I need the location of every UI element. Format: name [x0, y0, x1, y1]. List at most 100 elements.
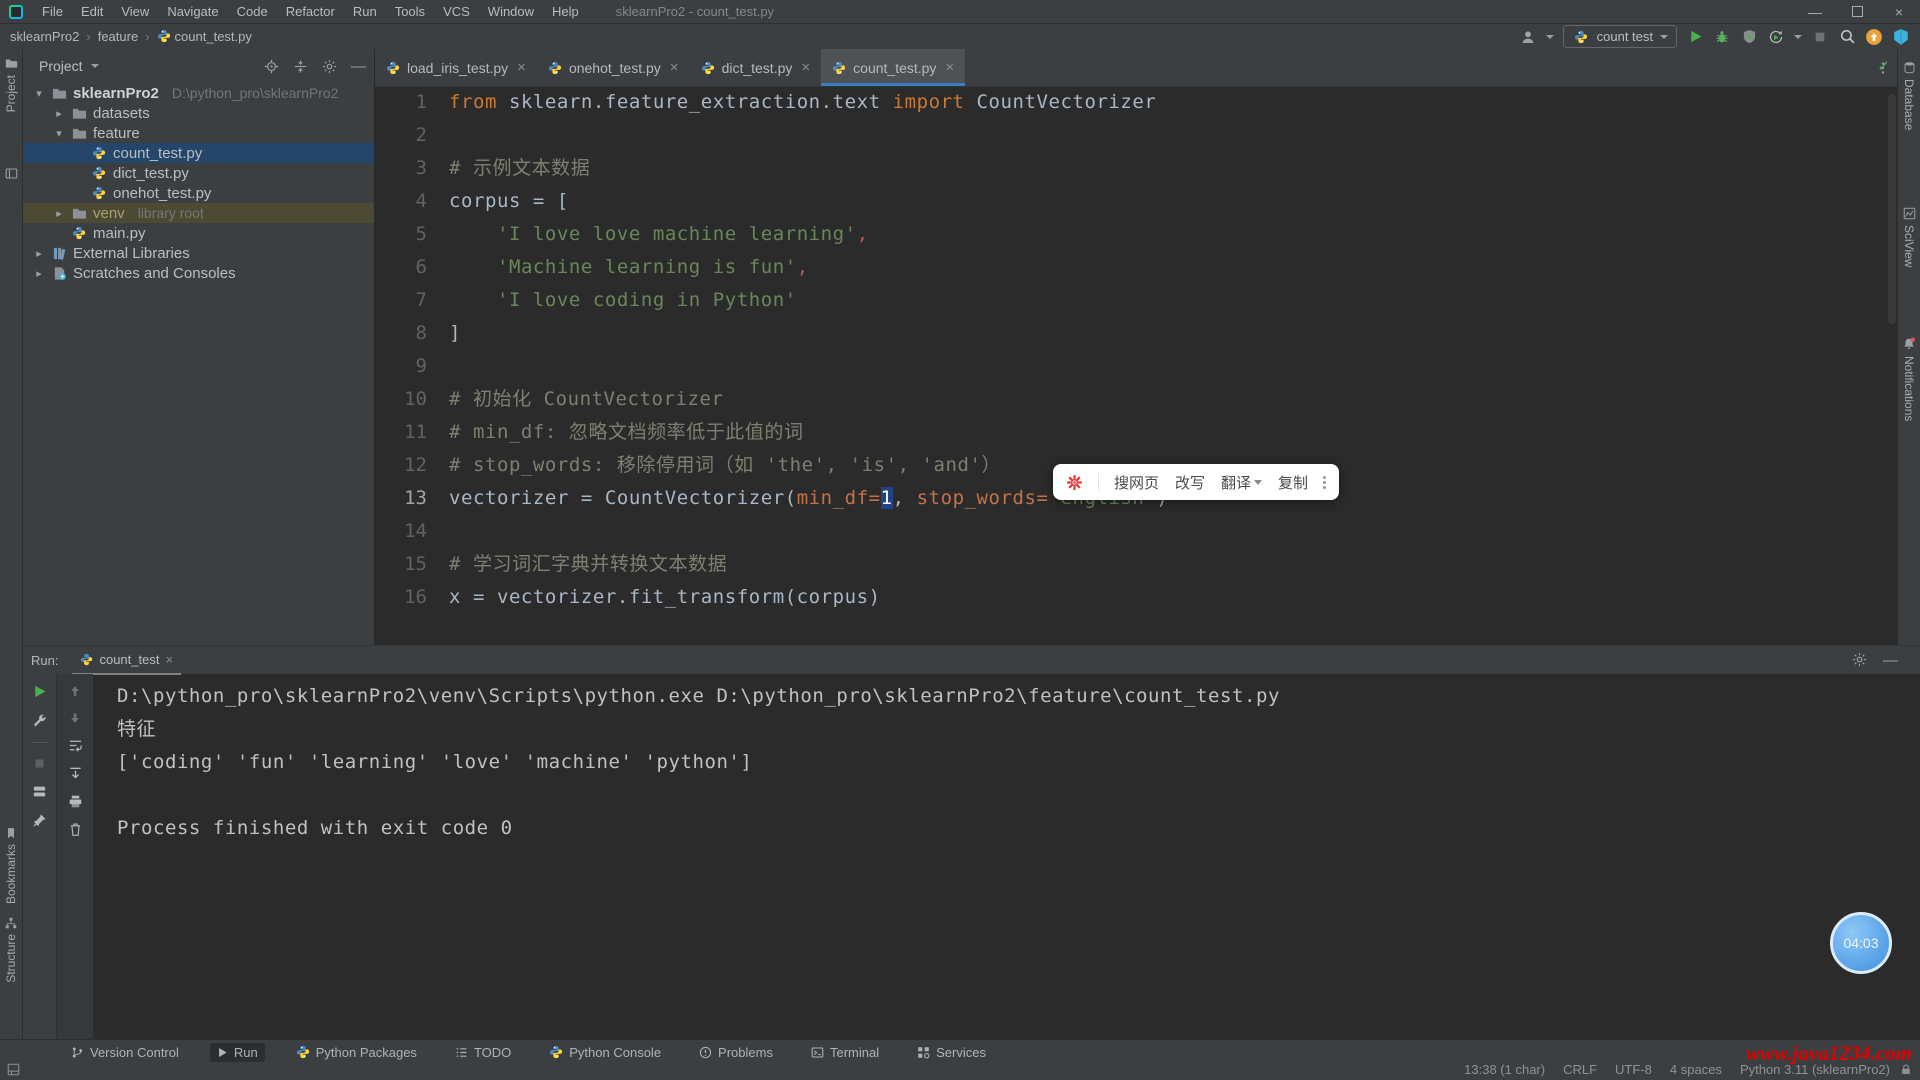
tool-window-structure[interactable]: Structure	[0, 917, 22, 983]
avatar-dropdown-icon[interactable]	[1546, 35, 1554, 39]
toolwindow-button-todo[interactable]: TODO	[448, 1043, 518, 1062]
tree-expand-icon[interactable]: ▾	[51, 127, 67, 140]
run-tab[interactable]: count_test ×	[72, 645, 181, 675]
tree-item-count_test-py[interactable]: count_test.py	[23, 143, 374, 163]
status-cursor-position[interactable]: 13:38 (1 char)	[1464, 1062, 1545, 1077]
menu-item-run[interactable]: Run	[344, 4, 386, 19]
status-encoding[interactable]: UTF-8	[1615, 1062, 1652, 1077]
tree-item-sklearnpro2[interactable]: ▾sklearnPro2D:\python_pro\sklearnPro2	[23, 83, 374, 103]
menu-item-refactor[interactable]: Refactor	[277, 4, 344, 19]
run-button[interactable]	[1686, 28, 1704, 46]
modify-run-config-wrench-icon[interactable]	[32, 713, 47, 728]
toolwindow-button-problems[interactable]: Problems	[692, 1043, 780, 1062]
down-stack-trace-icon[interactable]	[68, 711, 82, 725]
run-console-output[interactable]: D:\python_pro\sklearnPro2\venv\Scripts\p…	[95, 674, 1920, 1041]
tool-window-bookmarks[interactable]: Bookmarks	[0, 827, 22, 904]
tree-expand-icon[interactable]: ▸	[31, 267, 47, 280]
code-editor[interactable]: 1from sklearn.feature_extraction.text im…	[375, 86, 1898, 645]
stop-button[interactable]	[1811, 28, 1829, 46]
avatar-icon[interactable]	[1519, 28, 1537, 46]
restore-layout-icon[interactable]	[32, 784, 47, 799]
up-stack-trace-icon[interactable]	[68, 684, 82, 698]
run-tab-close-icon[interactable]: ×	[165, 652, 173, 667]
debug-button[interactable]	[1713, 28, 1731, 46]
profiler-dropdown-icon[interactable]	[1794, 35, 1802, 39]
breadcrumb-item-sklearnpro2[interactable]: sklearnPro2	[10, 29, 79, 44]
soft-wrap-icon[interactable]	[68, 738, 83, 753]
tab-close-icon[interactable]: ×	[517, 59, 526, 76]
tree-item-main-py[interactable]: main.py	[23, 223, 374, 243]
tree-item-feature[interactable]: ▾feature	[23, 123, 374, 143]
menu-item-window[interactable]: Window	[479, 4, 543, 19]
toolwindow-button-python-packages[interactable]: Python Packages	[289, 1043, 424, 1062]
close-icon[interactable]: ×	[1878, 0, 1920, 23]
popup-item-改写[interactable]: 改写	[1175, 472, 1205, 493]
tool-window-notifications[interactable]: Notifications	[1898, 337, 1920, 421]
tool-window-project[interactable]: Project	[0, 57, 22, 112]
breadcrumb-item-count_test-py[interactable]: count_test.py	[157, 29, 252, 44]
tree-item-datasets[interactable]: ▸datasets	[23, 103, 374, 123]
tool-window-sciview[interactable]: SciView	[1898, 207, 1920, 267]
locate-file-icon[interactable]	[264, 59, 279, 74]
profiler-button[interactable]	[1767, 28, 1785, 46]
inspection-ok-icon[interactable]: ✓	[1877, 57, 1890, 75]
popup-item-翻译[interactable]: 翻译	[1221, 472, 1262, 493]
popup-item-复制[interactable]: 复制	[1278, 472, 1308, 493]
run-config-selector[interactable]: count test	[1563, 25, 1677, 48]
run-with-coverage-button[interactable]	[1740, 28, 1758, 46]
restore-icon[interactable]	[1836, 0, 1878, 23]
rerun-icon[interactable]	[32, 684, 47, 699]
toolwindow-button-services[interactable]: Services	[910, 1043, 993, 1062]
project-panel-title[interactable]: Project	[39, 58, 83, 74]
pin-tab-icon[interactable]	[32, 813, 47, 828]
tree-item-venv[interactable]: ▸venvlibrary root	[23, 203, 374, 223]
stop-process-icon[interactable]	[33, 757, 46, 770]
tab-close-icon[interactable]: ×	[670, 59, 679, 76]
print-icon[interactable]	[68, 794, 83, 809]
status-indent-setting[interactable]: 4 spaces	[1670, 1062, 1722, 1077]
toolwindow-button-python-console[interactable]: Python Console	[542, 1043, 668, 1062]
search-everywhere-icon[interactable]	[1838, 28, 1856, 46]
tab-close-icon[interactable]: ×	[945, 59, 954, 76]
run-settings-gear-icon[interactable]	[1852, 652, 1867, 667]
menu-item-file[interactable]: File	[33, 4, 72, 19]
clear-all-icon[interactable]	[68, 822, 83, 837]
editor-tab-onehot_test-py[interactable]: onehot_test.py×	[537, 49, 690, 86]
toolwindow-button-version-control[interactable]: Version Control	[64, 1043, 186, 1062]
tool-window-database[interactable]: Database	[1898, 61, 1920, 130]
menu-item-tools[interactable]: Tools	[386, 4, 434, 19]
tree-item-onehot_test-py[interactable]: onehot_test.py	[23, 183, 374, 203]
breadcrumb-item-feature[interactable]: feature	[98, 29, 138, 44]
status-line-ending[interactable]: CRLF	[1563, 1062, 1597, 1077]
tree-expand-icon[interactable]: ▸	[51, 207, 67, 220]
tree-expand-icon[interactable]: ▸	[31, 247, 47, 260]
editor-tab-count_test-py[interactable]: count_test.py×	[821, 49, 965, 86]
scroll-to-end-icon[interactable]	[68, 766, 83, 781]
tree-expand-icon[interactable]: ▸	[51, 107, 67, 120]
menu-item-view[interactable]: View	[112, 4, 158, 19]
project-view-dropdown-icon[interactable]	[91, 64, 99, 68]
popup-more-icon[interactable]	[1323, 476, 1326, 489]
tree-item-scratches-and-consoles[interactable]: ▸Scratches and Consoles	[23, 263, 374, 283]
tab-close-icon[interactable]: ×	[801, 59, 810, 76]
menu-item-code[interactable]: Code	[228, 4, 277, 19]
tree-item-external-libraries[interactable]: ▸External Libraries	[23, 243, 374, 263]
popup-item-搜网页[interactable]: 搜网页	[1114, 472, 1159, 493]
collapse-all-icon[interactable]	[293, 59, 308, 74]
menu-item-help[interactable]: Help	[543, 4, 588, 19]
tool-window-switcher-icon[interactable]	[7, 1063, 20, 1076]
tree-item-dict_test-py[interactable]: dict_test.py	[23, 163, 374, 183]
toolwindow-button-run[interactable]: Run	[210, 1043, 265, 1062]
learn-plugin-icon[interactable]	[1892, 28, 1910, 46]
menu-item-vcs[interactable]: VCS	[434, 4, 479, 19]
menu-item-edit[interactable]: Edit	[72, 4, 112, 19]
menu-item-navigate[interactable]: Navigate	[158, 4, 227, 19]
minimize-icon[interactable]: —	[1794, 0, 1836, 23]
toolwindow-button-terminal[interactable]: Terminal	[804, 1043, 886, 1062]
editor-scrollbar[interactable]	[1888, 94, 1896, 324]
editor-tab-dict_test-py[interactable]: dict_test.py×	[690, 49, 822, 86]
hide-run-panel-icon[interactable]: —	[1883, 652, 1898, 669]
hide-panel-icon[interactable]: —	[351, 58, 366, 75]
tree-expand-icon[interactable]: ▾	[31, 87, 47, 100]
commit-tool-icon-slot[interactable]	[0, 167, 22, 180]
